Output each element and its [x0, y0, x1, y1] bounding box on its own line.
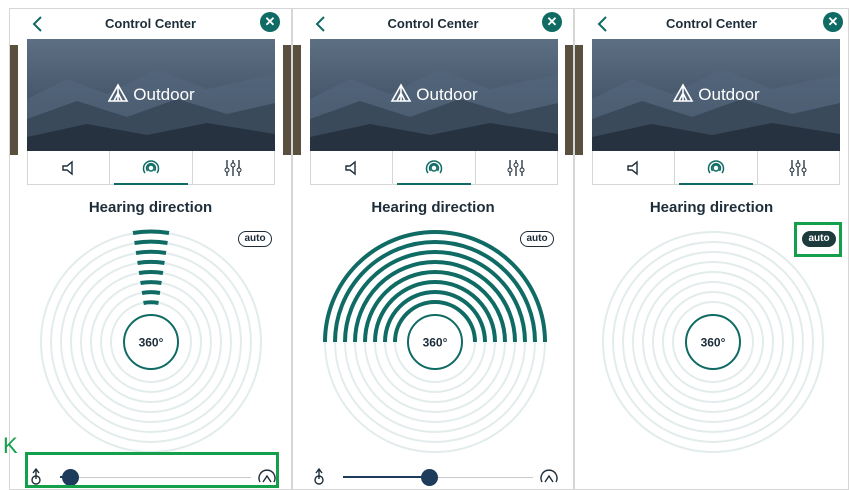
- close-button[interactable]: ✕: [542, 12, 562, 32]
- equalizer-icon: [224, 159, 242, 176]
- tab-equalizer[interactable]: [193, 151, 274, 184]
- tab-hearing-direction[interactable]: [393, 151, 476, 185]
- hearing-direction-dial[interactable]: 360°: [21, 222, 281, 462]
- program-name: Outdoor: [27, 83, 275, 108]
- tab-bar: [27, 151, 275, 185]
- tab-bar: [310, 151, 558, 185]
- close-button[interactable]: ✕: [260, 12, 280, 32]
- hearing-direction-icon: [425, 159, 443, 173]
- hearing-direction-icon: [142, 159, 160, 173]
- slider-fill: [343, 476, 429, 478]
- center-label: 360°: [139, 336, 164, 350]
- program-card[interactable]: Outdoor: [27, 39, 275, 151]
- program-card[interactable]: Outdoor: [592, 39, 840, 151]
- surround-icon: [540, 469, 558, 483]
- page-title: Control Center: [105, 16, 196, 31]
- hearing-direction-dial[interactable]: 360°: [305, 222, 565, 462]
- page-title: Control Center: [666, 16, 757, 31]
- control-center-panel-2: Control Center ✕ Outdoor Hearing directi…: [292, 8, 574, 490]
- annotation-label: K: [3, 433, 18, 458]
- close-icon: ✕: [264, 14, 276, 29]
- section-heading: Hearing direction: [649, 199, 774, 216]
- back-button[interactable]: [30, 14, 46, 34]
- next-card-peek[interactable]: [283, 45, 291, 155]
- section-heading: Hearing direction: [371, 199, 495, 216]
- tab-volume[interactable]: [593, 151, 676, 184]
- program-name: Outdoor: [310, 83, 558, 108]
- page-title: Control Center: [387, 16, 479, 31]
- close-icon: ✕: [546, 14, 558, 29]
- section-heading: Hearing direction: [88, 199, 213, 216]
- tent-icon: [390, 83, 412, 108]
- program-card[interactable]: Outdoor: [310, 39, 558, 151]
- program-name: Outdoor: [592, 83, 840, 108]
- control-center-panel-1: Control Center ✕ Outdoor Hearing directi…: [9, 8, 292, 490]
- highlight-box-auto: [794, 222, 842, 257]
- center-label: 360°: [701, 336, 726, 350]
- back-button[interactable]: [313, 14, 329, 34]
- slider-knob[interactable]: [420, 469, 438, 486]
- tent-icon: [672, 83, 694, 108]
- chevron-left-icon: [32, 16, 42, 32]
- focus-icon: [314, 467, 324, 485]
- tab-hearing-direction[interactable]: [110, 151, 193, 185]
- top-bar: Control Center ✕: [10, 9, 291, 39]
- equalizer-icon: [507, 159, 525, 176]
- highlight-box-slider: [25, 452, 279, 488]
- speaker-icon: [344, 160, 356, 175]
- previous-card-peek[interactable]: [10, 45, 18, 155]
- active-beam: [132, 229, 170, 305]
- focus-slider[interactable]: [293, 464, 573, 489]
- tab-hearing-direction[interactable]: [675, 151, 758, 185]
- back-button[interactable]: [595, 14, 611, 34]
- close-icon: ✕: [827, 14, 839, 29]
- center-label: 360°: [423, 336, 448, 350]
- tab-volume[interactable]: [28, 151, 111, 184]
- top-bar: Control Center ✕: [575, 9, 848, 39]
- equalizer-icon: [789, 159, 807, 176]
- tab-equalizer[interactable]: [476, 151, 557, 184]
- next-card-peek[interactable]: [565, 45, 573, 155]
- speaker-icon: [61, 160, 73, 175]
- previous-card-peek[interactable]: [575, 45, 583, 155]
- top-bar: Control Center ✕: [293, 9, 573, 39]
- hearing-direction-icon: [707, 159, 725, 173]
- previous-card-peek[interactable]: [293, 45, 301, 155]
- slider-track[interactable]: [343, 469, 533, 486]
- tent-icon: [107, 83, 129, 108]
- chevron-left-icon: [597, 16, 607, 32]
- tab-bar: [592, 151, 840, 185]
- speaker-icon: [626, 160, 638, 175]
- chevron-left-icon: [315, 16, 325, 32]
- tab-volume[interactable]: [311, 151, 394, 184]
- hearing-direction-dial[interactable]: 360°: [583, 222, 843, 462]
- tab-equalizer[interactable]: [758, 151, 839, 184]
- close-button[interactable]: ✕: [823, 12, 843, 32]
